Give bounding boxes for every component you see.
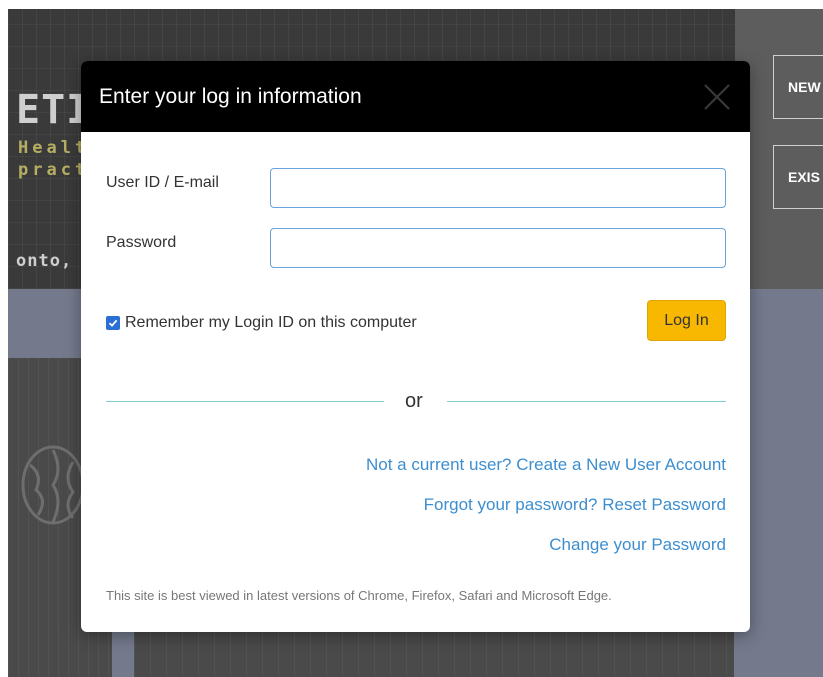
user-id-input[interactable] <box>270 168 726 208</box>
password-input[interactable] <box>270 228 726 268</box>
brain-image <box>21 445 85 525</box>
user-id-label: User ID / E-mail <box>106 174 219 191</box>
remember-login-checkbox[interactable] <box>106 316 120 330</box>
modal-title: Enter your log in information <box>99 85 362 108</box>
close-icon[interactable] <box>701 81 733 113</box>
checkmark-icon <box>108 319 118 327</box>
divider-line-right <box>447 401 726 402</box>
hero-subtitle: Healt pract <box>18 137 89 181</box>
new-user-nav-button[interactable]: NEW <box>773 55 823 119</box>
reset-password-link[interactable]: Forgot your password? Reset Password <box>424 495 726 515</box>
hero-subtitle-line1: Healt <box>18 138 90 158</box>
create-account-link[interactable]: Not a current user? Create a New User Ac… <box>366 455 726 475</box>
page-top-strip <box>0 0 823 9</box>
modal-header: Enter your log in information <box>81 61 750 132</box>
divider-line-left <box>106 401 384 402</box>
hero-subtitle-line2: pract <box>18 160 90 180</box>
browser-support-note: This site is best viewed in latest versi… <box>106 588 612 603</box>
password-label: Password <box>106 234 177 251</box>
change-password-link[interactable]: Change your Password <box>549 535 726 555</box>
remember-login-label: Remember my Login ID on this computer <box>125 314 417 331</box>
divider-or-text: or <box>405 390 423 412</box>
login-modal: Enter your log in information User ID / … <box>81 61 750 632</box>
login-button[interactable]: Log In <box>647 300 726 341</box>
remember-login-row[interactable]: Remember my Login ID on this computer <box>106 314 417 332</box>
existing-user-nav-button[interactable]: EXIS <box>773 145 823 209</box>
